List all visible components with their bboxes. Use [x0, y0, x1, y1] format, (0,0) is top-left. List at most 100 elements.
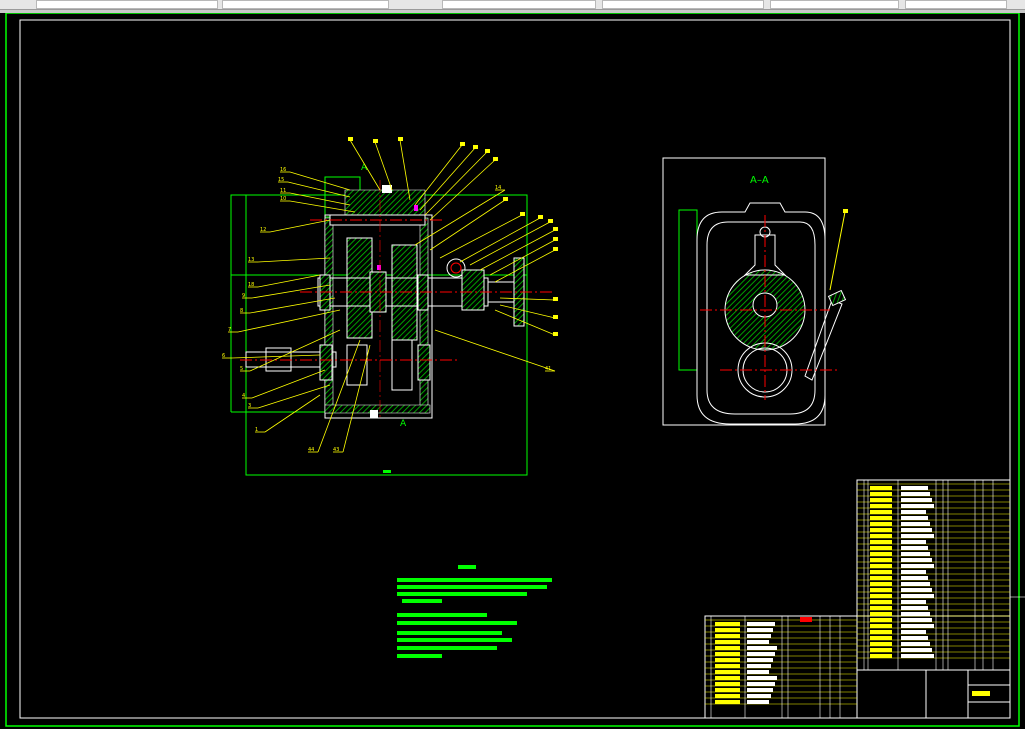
- leader-label: 15: [278, 177, 284, 183]
- dimension-value: [383, 470, 391, 473]
- leader-label: 43: [333, 447, 339, 453]
- leader-label: 12: [260, 227, 266, 233]
- part-spec-cell: [747, 652, 775, 656]
- bearing-lower-right: [417, 344, 431, 381]
- leader-line: [494, 249, 556, 283]
- part-name-cell: [870, 624, 892, 628]
- part-spec-cell: [901, 558, 932, 562]
- section-title: A–A: [750, 175, 769, 186]
- toolbar-field-5[interactable]: [770, 0, 899, 9]
- toolbar-field-3[interactable]: [442, 0, 596, 9]
- part-name-cell: [870, 630, 892, 634]
- part-name-cell: [715, 670, 740, 674]
- leader-label: [553, 247, 558, 251]
- leader-line: [257, 274, 321, 288]
- part-spec-cell: [901, 594, 934, 598]
- part-name-cell: [715, 676, 740, 680]
- leader-label: 8: [240, 308, 243, 314]
- leader-line: [414, 189, 506, 246]
- part-name-cell: [870, 510, 892, 514]
- part-name-cell: [715, 628, 740, 632]
- notes-line: [397, 585, 547, 589]
- part-name-cell: [870, 576, 892, 580]
- part-name-cell: [870, 600, 892, 604]
- notes-line: [397, 638, 512, 642]
- title-block-parts-list: [704, 479, 1025, 719]
- part-name-cell: [870, 618, 892, 622]
- part-spec-cell: [901, 606, 928, 610]
- leader-line: [494, 309, 556, 336]
- leader-line: [434, 329, 556, 372]
- leader-label: 41: [545, 366, 551, 372]
- part-spec-cell: [747, 622, 775, 626]
- part-name-cell: [870, 648, 892, 652]
- leader-label: [473, 145, 478, 149]
- part-name-cell: [715, 694, 740, 698]
- leader-label: [553, 315, 558, 319]
- part-name-cell: [715, 646, 740, 650]
- leader-label: 5: [240, 366, 243, 372]
- leader-label: [503, 197, 508, 201]
- leader-label: [398, 137, 403, 141]
- part-name-cell: [715, 658, 740, 662]
- part-spec-cell: [747, 694, 771, 698]
- leader-label: 9: [242, 293, 245, 299]
- notes-line: [397, 613, 487, 617]
- part-spec-cell: [901, 636, 928, 640]
- part-spec-cell: [901, 534, 934, 538]
- leader-line: [429, 159, 496, 221]
- highlight-mark: [414, 205, 418, 211]
- leader-label: [843, 209, 848, 213]
- toolbar-field-4[interactable]: [602, 0, 764, 9]
- part-name-cell: [870, 642, 892, 646]
- drawing-frame: [19, 19, 1011, 719]
- drawing-canvas[interactable]: A A 161511101213189876543144 431441 A–A: [0, 13, 1025, 729]
- part-spec-cell: [747, 628, 773, 632]
- part-name-cell: [715, 682, 740, 686]
- part-name-cell: [870, 492, 892, 496]
- part-spec-cell: [901, 648, 932, 652]
- part-spec-cell: [901, 498, 932, 502]
- part-spec-cell: [901, 504, 934, 508]
- dimension-box-lower: [245, 194, 528, 476]
- toolbar-field-2[interactable]: [222, 0, 389, 9]
- leader-label: 3: [248, 403, 251, 409]
- leader-line: [414, 144, 463, 206]
- leader-label: [373, 139, 378, 143]
- part-spec-cell: [901, 528, 932, 532]
- part-name-cell: [715, 640, 740, 644]
- part-spec-cell: [901, 582, 930, 586]
- sheet-border: [5, 13, 1020, 727]
- part-spec-cell: [747, 664, 771, 668]
- leader-line: [469, 221, 551, 266]
- part-name-cell: [870, 594, 892, 598]
- part-spec-cell: [747, 676, 777, 680]
- part-spec-cell: [901, 510, 926, 514]
- part-spec-cell: [901, 540, 926, 544]
- part-name-cell: [870, 504, 892, 508]
- part-spec-cell: [901, 600, 926, 604]
- notes-line: [397, 646, 497, 650]
- leader-line: [429, 199, 506, 251]
- lever: [804, 299, 843, 381]
- part-name-cell: [870, 534, 892, 538]
- leader-label: [548, 219, 553, 223]
- leader-line: [829, 211, 846, 291]
- leader-line: [419, 147, 476, 211]
- part-name-cell: [870, 606, 892, 610]
- part-name-cell: [715, 664, 740, 668]
- toolbar-field-6[interactable]: [905, 0, 1007, 9]
- part-name-cell: [870, 570, 892, 574]
- part-spec-cell: [747, 682, 775, 686]
- part-name-cell: [870, 564, 892, 568]
- worm-wheel-inner: [450, 262, 462, 274]
- leader-line: [257, 384, 331, 409]
- leader-line: [439, 214, 523, 259]
- leader-line: [459, 217, 541, 263]
- part-spec-cell: [901, 612, 930, 616]
- section-marker-bottom: A: [400, 419, 407, 429]
- toolbar-field-1[interactable]: [36, 0, 218, 9]
- parts-list-upper: [856, 479, 1011, 719]
- leader-label: [520, 212, 525, 216]
- part-spec-cell: [901, 588, 932, 592]
